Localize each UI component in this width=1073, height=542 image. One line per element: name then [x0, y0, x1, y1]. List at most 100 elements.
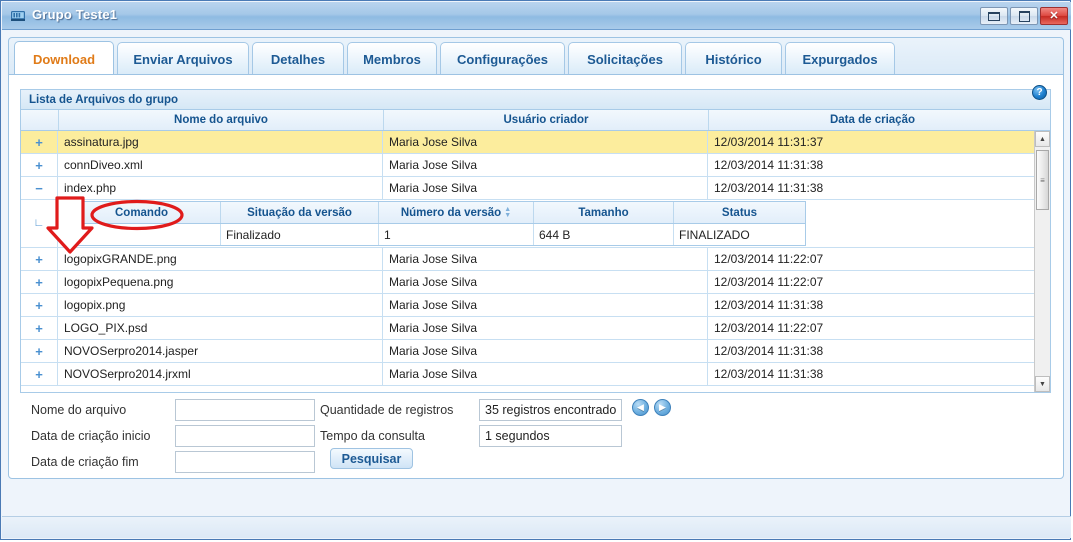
sort-both-icon[interactable]: ▲ ▼	[504, 206, 511, 219]
cell-date: 12/03/2014 11:31:38	[714, 298, 824, 312]
cell-file-name: logopixGRANDE.png	[58, 248, 383, 270]
cell-date: 12/03/2014 11:31:38	[714, 367, 824, 381]
tab-label: Membros	[363, 51, 421, 67]
version-grid-data-row[interactable]: Finalizado 1 644 B FINALIZADO	[63, 224, 805, 245]
grid-vertical-scrollbar[interactable]: ▲ ≡ ▼	[1034, 131, 1050, 392]
expand-row-icon[interactable]: +	[21, 154, 58, 176]
result-label-0: Quantidade de registros	[320, 403, 454, 417]
table-row[interactable]: + logopix.png Maria Jose Silva 12/03/2014 1…	[21, 294, 1036, 317]
scroll-down-arrow-icon[interactable]: ▼	[1035, 376, 1050, 392]
version-cell-tamanho: 644 B	[534, 224, 674, 245]
scroll-up-arrow-icon[interactable]: ▲	[1035, 131, 1050, 147]
input-date-start[interactable]	[175, 425, 315, 447]
search-form: Nome do arquivo Data de criação inicio Dat…	[20, 397, 1051, 473]
minimize-icon	[981, 8, 1007, 24]
tab-expurgados[interactable]: Expurgados	[785, 42, 895, 75]
grid-header-user[interactable]: Usuário criador	[384, 110, 709, 130]
table-row[interactable]: + logopixGRANDE.png Maria Jose Silva 12/03/…	[21, 248, 1036, 271]
tab-detalhes[interactable]: Detalhes	[252, 42, 344, 75]
version-grid-header-n-mero-da-vers-o[interactable]: Número da versão ▲ ▼	[379, 202, 534, 223]
expand-row-icon[interactable]: +	[21, 317, 58, 339]
tab-membros[interactable]: Membros	[347, 42, 437, 75]
cell-user: Maria Jose Silva	[383, 271, 708, 293]
table-row[interactable]: − index.php Maria Jose Silva 12/03/2014 11:…	[21, 177, 1036, 200]
grid-header-name[interactable]: Nome do arquivo	[59, 110, 384, 130]
panel-title: Lista de Arquivos do grupo	[29, 93, 179, 106]
version-cell-numero: 1	[379, 224, 534, 245]
tab-label: Enviar Arquivos	[133, 51, 233, 67]
minimize-button[interactable]	[980, 7, 1008, 25]
tab-content-download: Lista de Arquivos do grupo ? Nome do arq…	[8, 74, 1064, 479]
tab-enviar-arquivos[interactable]: Enviar Arquivos	[117, 42, 249, 75]
grid-header-label: Data de criação	[829, 114, 915, 126]
version-cell-comando	[63, 224, 221, 245]
cell-file-name: NOVOSerpro2014.jasper	[58, 340, 383, 362]
scrollbar-thumb[interactable]: ≡	[1036, 150, 1049, 210]
collapse-row-icon[interactable]: −	[21, 177, 58, 199]
version-cell-situacao: Finalizado	[221, 224, 379, 245]
panel-header: Lista de Arquivos do grupo ?	[20, 85, 1051, 109]
tab-configura-es[interactable]: Configurações	[440, 42, 565, 75]
expand-row-icon[interactable]: +	[21, 131, 58, 153]
arrow-left-circle-icon[interactable]: ◀	[632, 399, 649, 416]
grid-header-row: Nome do arquivo Usuário criador Data de cr…	[21, 110, 1050, 131]
version-grid-header-status[interactable]: Status	[674, 202, 805, 223]
expand-row-icon[interactable]: +	[21, 248, 58, 270]
cell-file-name: index.php	[58, 177, 383, 199]
cell-user: Maria Jose Silva	[383, 131, 708, 153]
expanded-detail-row: ∟ Comando Situação da versão Número da vers…	[21, 200, 1036, 248]
version-grid-header-label: Tamanho	[578, 206, 629, 219]
version-grid-header-tamanho[interactable]: Tamanho	[534, 202, 674, 223]
tab-bar: Download Enviar Arquivos Detalhes Membros Co…	[8, 37, 1064, 76]
table-row[interactable]: + NOVOSerpro2014.jasper Maria Jose Silva 12…	[21, 340, 1036, 363]
maximize-icon	[1011, 8, 1037, 24]
maximize-button[interactable]	[1010, 7, 1038, 25]
cell-date: 12/03/2014 11:31:38	[714, 181, 824, 195]
tab-hist-rico[interactable]: Histórico	[685, 42, 782, 75]
table-row[interactable]: + LOGO_PIX.psd Maria Jose Silva 12/03/2014 …	[21, 317, 1036, 340]
version-grid-header-row: Comando Situação da versão Número da versã…	[63, 202, 805, 224]
tab-label: Configurações	[456, 51, 548, 67]
title-bar: Grupo Teste1 ✕	[2, 2, 1071, 30]
tab-label: Histórico	[705, 51, 762, 67]
cell-user: Maria Jose Silva	[383, 154, 708, 176]
cell-user: Maria Jose Silva	[383, 340, 708, 362]
scroll-thumb-grip-icon: ≡	[1040, 175, 1045, 185]
version-grid-header-situa-o-da-vers-o[interactable]: Situação da versão	[221, 202, 379, 223]
input-file-name[interactable]	[175, 399, 315, 421]
expand-row-icon[interactable]: +	[21, 294, 58, 316]
grid-body: + assinatura.jpg Maria Jose Silva 12/03/201…	[21, 131, 1036, 392]
arrow-right-circle-icon[interactable]: ▶	[654, 399, 671, 416]
cell-file-name: logopixPequena.png	[58, 271, 383, 293]
table-row[interactable]: + connDiveo.xml Maria Jose Silva 12/03/2014…	[21, 154, 1036, 177]
branch-marker-icon: ∟	[21, 200, 58, 247]
app-window-icon	[10, 8, 26, 24]
cell-date: 12/03/2014 11:31:37	[714, 135, 824, 149]
table-row[interactable]: + logopixPequena.png Maria Jose Silva 12/03…	[21, 271, 1036, 294]
expand-row-icon[interactable]: +	[21, 340, 58, 362]
table-row[interactable]: + assinatura.jpg Maria Jose Silva 12/03/201…	[21, 131, 1036, 154]
tab-solicita-es[interactable]: Solicitações	[568, 42, 682, 75]
result-label-1: Tempo da consulta	[320, 429, 425, 443]
cell-file-name: logopix.png	[58, 294, 383, 316]
expand-row-icon[interactable]: +	[21, 271, 58, 293]
version-grid-header-label: Comando	[114, 206, 169, 219]
close-button[interactable]: ✕	[1040, 7, 1068, 25]
tab-download[interactable]: Download	[14, 41, 114, 76]
cell-file-name: assinatura.jpg	[58, 131, 383, 153]
help-question-icon[interactable]: ?	[1032, 85, 1047, 100]
input-date-end[interactable]	[175, 451, 315, 473]
form-label-1: Data de criação inicio	[31, 429, 151, 443]
version-detail-grid: Comando Situação da versão Número da versã…	[62, 201, 806, 246]
grid-header-expand[interactable]	[21, 110, 59, 130]
expand-row-icon[interactable]: +	[21, 363, 58, 385]
search-button[interactable]: Pesquisar	[330, 448, 413, 469]
cell-date: 12/03/2014 11:22:07	[714, 275, 824, 289]
table-row[interactable]: + NOVOSerpro2014.jrxml Maria Jose Silva 12/…	[21, 363, 1036, 386]
version-grid-header-comando[interactable]: Comando	[63, 202, 221, 223]
cell-user: Maria Jose Silva	[383, 363, 708, 385]
grid-header-label: Usuário criador	[503, 114, 589, 126]
version-grid-header-label: Situação da versão	[247, 206, 352, 219]
tab-label: Detalhes	[270, 51, 326, 67]
grid-header-date[interactable]: Data de criação	[709, 110, 1036, 130]
